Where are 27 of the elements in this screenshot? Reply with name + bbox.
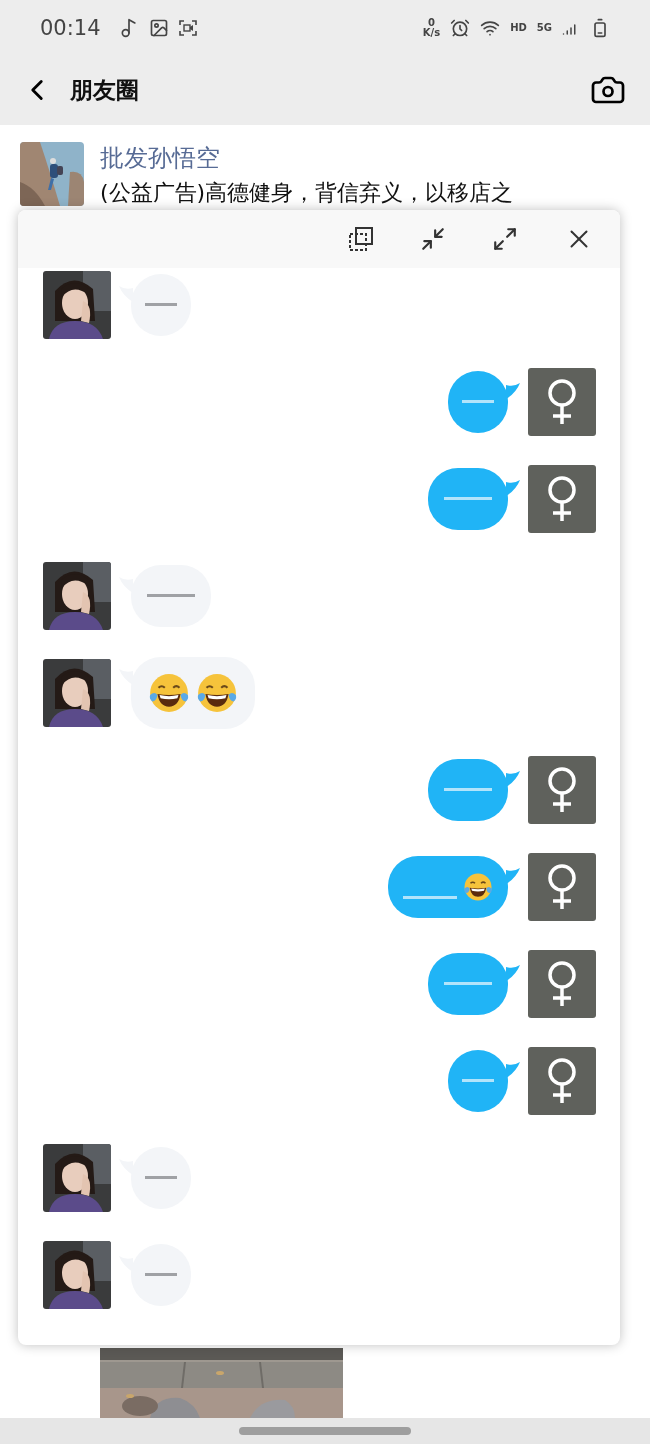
network-type: 5G xyxy=(536,22,552,33)
laughing-emoji-icon xyxy=(463,871,493,902)
hd-label: HD xyxy=(510,22,527,33)
screen-record-icon xyxy=(178,19,197,36)
blurred-text-line xyxy=(145,1273,177,1276)
post-text: (公益广告)高德健身，背信弃义，以移店之 xyxy=(100,179,514,207)
page-title: 朋友圈 xyxy=(70,75,139,105)
blurred-text-line xyxy=(403,896,457,899)
blurred-text-line xyxy=(444,497,492,500)
blurred-text-line xyxy=(145,303,177,306)
alarm-icon xyxy=(450,17,471,38)
laughing-emoji-icon xyxy=(148,671,190,714)
image-icon xyxy=(148,17,169,38)
blurred-text-line xyxy=(444,982,492,985)
blurred-text-line xyxy=(147,594,195,597)
clock-time: 00:14 xyxy=(40,15,101,40)
network-speed: 0 K/s xyxy=(422,17,441,38)
laughing-emoji-icon xyxy=(196,671,238,714)
blurred-text-line xyxy=(444,788,492,791)
home-handle[interactable] xyxy=(239,1427,411,1435)
maximize-icon[interactable] xyxy=(492,226,518,252)
select-icon[interactable] xyxy=(348,226,374,252)
blurred-text-line xyxy=(462,1079,494,1082)
blurred-text-line xyxy=(145,1176,177,1179)
blurred-text-line xyxy=(462,400,494,403)
minimize-icon[interactable] xyxy=(420,226,446,252)
author-name[interactable]: 批发孙悟空 xyxy=(100,142,514,174)
